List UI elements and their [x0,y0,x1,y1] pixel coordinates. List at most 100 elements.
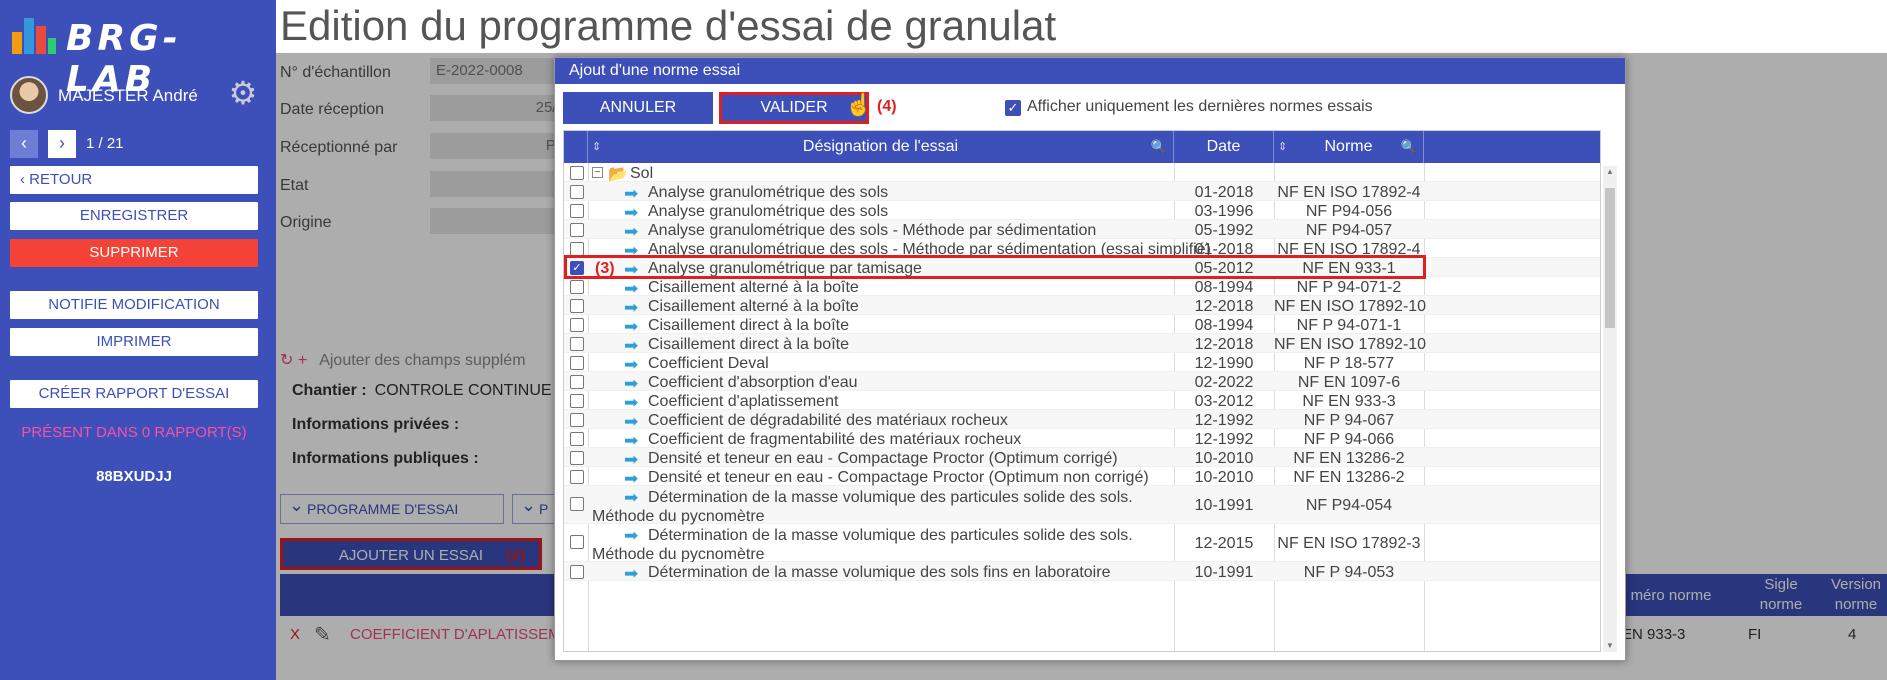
col-norme[interactable]: ⇕ Norme 🔍 [1274,131,1424,163]
test-date: 02-2022 [1194,374,1254,391]
test-date: 05-2012 [1194,260,1254,277]
table-row[interactable]: ➡ Analyse granulométrique des sols 03-1996… [564,201,1600,222]
row-checkbox[interactable] [570,337,584,351]
row-checkbox[interactable] [570,223,584,237]
row-checkbox[interactable] [570,535,584,549]
table-row[interactable]: ➡ Coefficient de dégradabilité des matéri… [564,410,1600,431]
sample-code: 88BXUDJJ [96,468,172,485]
scroll-down-icon[interactable]: ▼ [1603,640,1617,652]
arrow-right-icon: ➡ [624,564,639,583]
row-checkbox[interactable] [570,185,584,199]
back-button[interactable]: ‹ RETOUR [10,166,258,194]
table-row[interactable]: ➡ Coefficient d'aplatissement 03-2012 NF EN… [564,391,1600,412]
table-row[interactable]: ➡ Détermination de la masse volumique des… [564,562,1600,583]
notify-modification-button[interactable]: NOTIFIE MODIFICATION [10,291,258,319]
test-norme: NF EN 933-1 [1302,260,1396,277]
row-checkbox[interactable] [570,356,584,370]
row-checkbox[interactable] [570,451,584,465]
table-row[interactable]: ➡ Coefficient de fragmentabilité des maté… [564,429,1600,450]
row-checkbox[interactable] [570,299,584,313]
table-row[interactable]: ➡ Cisaillement alterné à la boîte 12-2018 N… [564,296,1600,317]
search-icon[interactable]: 🔍 [1401,131,1417,163]
test-norme: NF P 94-067 [1303,412,1395,429]
save-button[interactable]: ENREGISTRER [10,202,258,230]
test-designation: Détermination de la masse volumique des … [592,489,1133,525]
table-row[interactable]: ➡ Cisaillement direct à la boîte 12-2018 NF… [564,334,1600,355]
test-designation: Analyse granulométrique des sols [648,203,889,220]
row-checkbox[interactable] [570,497,584,511]
test-date: 12-1990 [1194,355,1254,372]
table-row[interactable]: ✓ (3) ➡ Analyse granulométrique par tamisag… [564,255,1600,279]
table-row[interactable]: ➡ Analyse granulométrique des sols 01-2018… [564,182,1600,203]
table-row[interactable]: ➡ Analyse granulométrique des sols - Méth… [564,220,1600,241]
sidebar: BRG-LAB MAJESTER André ⚙ ‹ › 1 / 21 ‹ RE… [0,0,276,680]
test-norme: NF EN 13286-2 [1293,450,1405,467]
delete-button[interactable]: SUPPRIMER [10,239,258,267]
test-designation: Analyse granulométrique des sols [648,184,889,201]
test-norme: NF P 94-071-2 [1296,279,1402,296]
gear-icon[interactable]: ⚙ [226,76,260,110]
test-designation: Cisaillement alterné à la boîte [648,298,859,315]
table-row[interactable]: ➡ Coefficient d'absorption d'eau 02-2022 NF… [564,372,1600,393]
test-designation: Analyse granulométrique par tamisage [648,260,922,277]
only-last-label: Afficher uniquement les dernières normes… [1027,98,1373,115]
row-checkbox[interactable] [570,565,584,579]
table-row[interactable]: ➡ Cisaillement alterné à la boîte 08-1994 N… [564,277,1600,298]
test-date: 12-1992 [1194,431,1254,448]
row-checkbox[interactable] [570,394,584,408]
row-checkbox[interactable] [570,470,584,484]
test-date: 08-1994 [1194,279,1254,296]
folder-row[interactable]: − 📂 Sol [564,163,1600,183]
test-designation: Coefficient d'aplatissement [648,393,839,410]
test-date: 12-1992 [1194,412,1254,429]
row-checkbox[interactable] [570,242,584,256]
test-norme: NF EN ISO 17892-10 [1274,298,1427,315]
test-designation: Coefficient de dégradabilité des matéria… [648,412,1008,429]
test-norme: NF P94-057 [1305,222,1393,239]
table-row[interactable]: ➡ Détermination de la masse volumique des… [564,486,1600,525]
row-checkbox[interactable] [570,166,584,180]
test-date: 12-2018 [1194,336,1254,353]
sort-icon[interactable]: ⇕ [1278,131,1287,163]
test-date: 03-2012 [1194,393,1254,410]
col-designation[interactable]: ⇕ Désignation de l'essai 🔍 [588,131,1174,163]
grid-scrollbar[interactable]: ▲ ▼ [1603,166,1617,652]
scroll-up-icon[interactable]: ▲ [1603,166,1617,178]
next-button[interactable]: › [48,130,76,158]
test-designation: Cisaillement direct à la boîte [648,336,849,353]
scroll-thumb[interactable] [1605,188,1615,328]
table-row[interactable]: ➡ Densité et teneur en eau - Compactage P… [564,467,1600,488]
avatar[interactable] [10,76,48,114]
row-checkbox[interactable] [570,204,584,218]
test-designation: Détermination de la masse volumique des … [592,527,1133,563]
collapse-icon[interactable]: − [592,167,603,178]
test-date: 10-1991 [1194,564,1254,581]
only-last-checkbox[interactable]: ✓ [1005,100,1021,116]
print-button[interactable]: IMPRIMER [10,328,258,356]
test-date: 10-1991 [1194,497,1254,514]
row-checkbox[interactable] [570,413,584,427]
row-checkbox[interactable] [570,432,584,446]
col-date[interactable]: Date [1174,131,1274,163]
test-norme: NF P94-056 [1305,203,1393,220]
test-designation: Coefficient Deval [648,355,769,372]
create-report-button[interactable]: CRÉER RAPPORT D'ESSAI [10,380,258,408]
test-norme: NF P 94-071-1 [1296,317,1402,334]
search-icon[interactable]: 🔍 [1151,131,1167,163]
test-date: 12-2018 [1194,298,1254,315]
cancel-button[interactable]: ANNULER [563,92,713,124]
table-row[interactable]: ➡ Cisaillement direct à la boîte 08-1994 NF… [564,315,1600,336]
test-date: 03-1996 [1194,203,1254,220]
previous-button[interactable]: ‹ [10,130,38,158]
test-date: 08-1994 [1194,317,1254,334]
test-norme: NF EN 1097-6 [1297,374,1401,391]
row-checkbox[interactable] [570,280,584,294]
sort-icon[interactable]: ⇕ [592,131,601,163]
table-row[interactable]: ➡ Densité et teneur en eau - Compactage P… [564,448,1600,469]
test-norme: NF EN ISO 17892-4 [1277,184,1421,201]
row-checkbox[interactable] [570,318,584,332]
user-name: MAJESTER André [58,86,198,105]
table-row[interactable]: ➡ Coefficient Deval 12-1990 NF P 18-577 [564,353,1600,374]
table-row[interactable]: ➡ Détermination de la masse volumique des… [564,524,1600,563]
row-checkbox[interactable] [570,375,584,389]
